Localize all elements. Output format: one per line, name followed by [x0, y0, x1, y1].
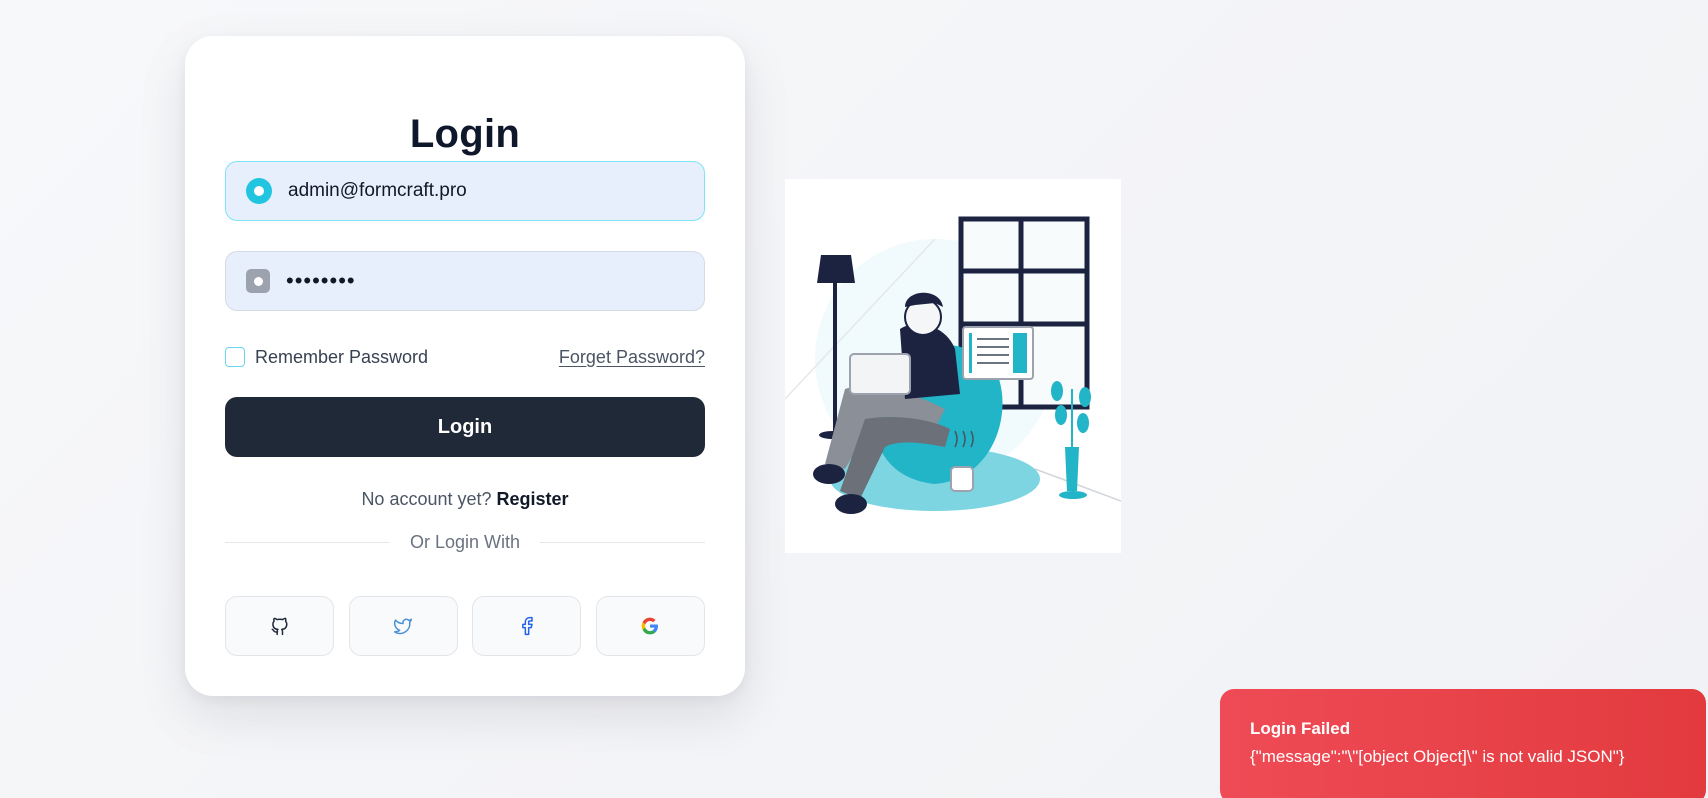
forgot-password-link[interactable]: Forget Password? [559, 347, 705, 368]
lock-icon [246, 269, 270, 293]
twitter-icon [394, 618, 413, 635]
remember-checkbox[interactable] [225, 347, 245, 367]
password-field[interactable]: •••••••• [225, 251, 705, 311]
register-row: No account yet? Register [185, 489, 745, 510]
login-page: Login •••••••• Remember Password Forget … [0, 0, 1708, 798]
facebook-login-button[interactable] [472, 596, 582, 656]
login-button[interactable]: Login [225, 397, 705, 457]
person-on-beanbag-illustration [784, 216, 1122, 514]
facebook-icon [521, 616, 533, 636]
social-login-row [225, 596, 705, 656]
email-field[interactable] [225, 161, 705, 221]
page-title: Login [409, 112, 521, 156]
email-icon [246, 178, 272, 204]
google-icon [642, 617, 659, 635]
options-row: Remember Password Forget Password? [225, 344, 705, 370]
login-card: Login •••••••• Remember Password Forget … [185, 36, 745, 696]
twitter-login-button[interactable] [348, 596, 458, 656]
remember-label: Remember Password [255, 346, 429, 367]
password-input[interactable]: •••••••• [286, 268, 686, 294]
toast-title: Login Failed [1250, 719, 1351, 738]
toast-message: {"message":"\"[object Object]\" is not v… [1250, 747, 1625, 766]
github-login-button[interactable] [225, 596, 334, 656]
github-icon [271, 617, 287, 636]
divider-label: Or Login With [185, 532, 745, 553]
error-toast[interactable]: Login Failed {"message":"\"[object Objec… [1220, 689, 1706, 798]
email-input[interactable] [288, 180, 688, 202]
google-login-button[interactable] [595, 596, 705, 656]
register-link[interactable]: Register [497, 489, 569, 509]
divider-text: Or Login With [389, 532, 541, 552]
login-illustration [784, 179, 1122, 553]
remember-password[interactable]: Remember Password [225, 347, 428, 368]
no-account-text: No account yet? [361, 489, 492, 509]
